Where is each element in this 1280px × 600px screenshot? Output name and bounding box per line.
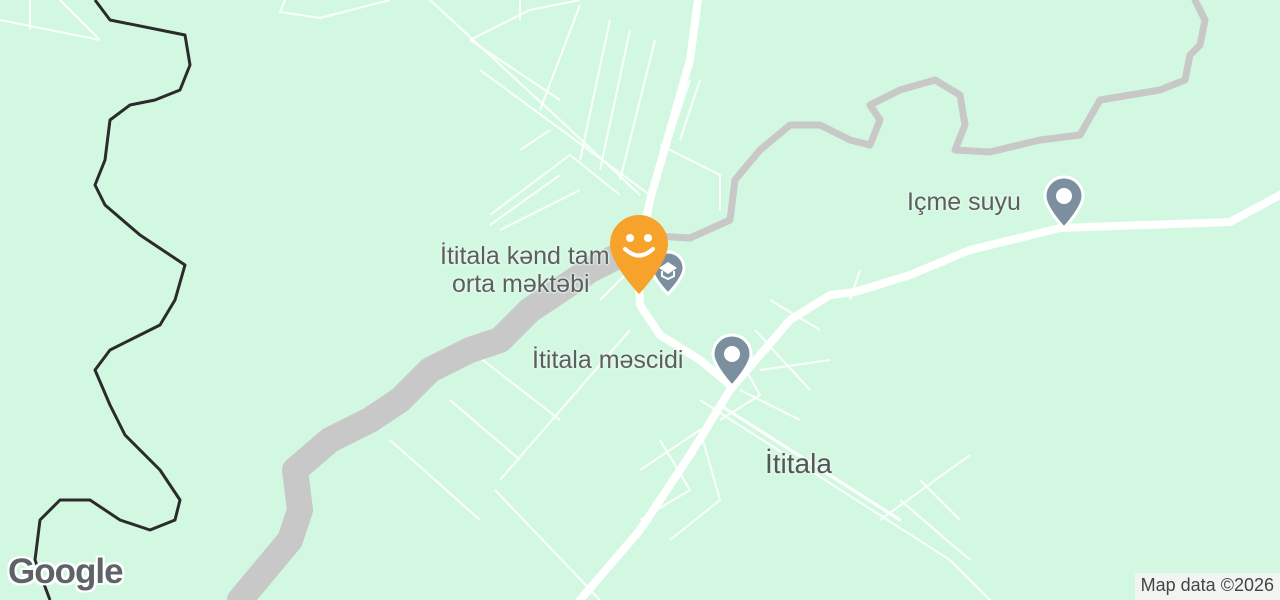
poi-label-water[interactable]: Içme suyu <box>907 188 1021 216</box>
town-label: İtitala <box>765 448 832 479</box>
smiley-marker-icon[interactable] <box>606 212 672 301</box>
poi-label-school-line2: orta məktəbi <box>451 270 590 298</box>
place-pin-icon[interactable] <box>1042 174 1086 235</box>
poi-label-mosque[interactable]: İtitala məscidi <box>532 346 683 374</box>
place-pin-icon[interactable] <box>710 332 754 393</box>
google-logo: Google <box>8 552 124 591</box>
poi-label-school-line1: İtitala kənd tam <box>440 242 610 270</box>
poi-label-school[interactable]: İtitala kənd tam orta məktəbi <box>440 242 610 298</box>
map-attribution[interactable]: Map data ©2026 <box>1134 573 1280 600</box>
minor-roads <box>0 0 991 600</box>
map-canvas[interactable]: İtitala kənd tam orta məktəbi İtitala mə… <box>0 0 1280 600</box>
river <box>227 0 1209 600</box>
admin-border <box>33 0 192 600</box>
